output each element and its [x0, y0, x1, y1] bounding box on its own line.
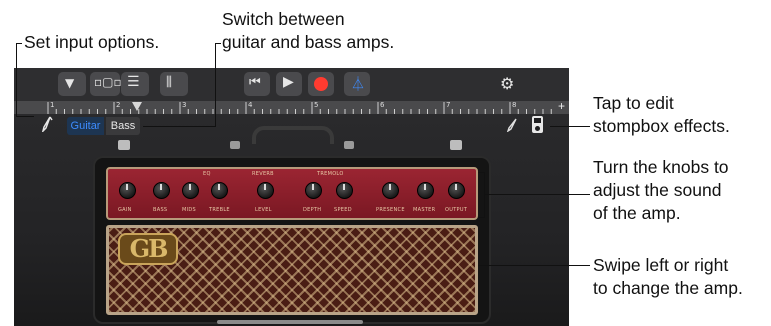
- leader-swipe: [478, 265, 590, 266]
- play-icon: ▶: [283, 74, 294, 90]
- ruler-bar-number: 8: [512, 101, 517, 109]
- eq-section-label: EQ: [203, 171, 211, 177]
- amp-corner-right: [450, 140, 462, 150]
- app-window: ▼ ▫▢▫ ☰ ⫼ ⏮ ▶ ⏃ ⚙ 1 2 3 4 5 6 7 8 + Guitar Bass: [14, 68, 569, 326]
- leader-input-horizontal: [16, 43, 22, 44]
- master-knob[interactable]: [417, 182, 434, 199]
- add-section-icon[interactable]: +: [558, 99, 565, 113]
- ruler-bar-number: 1: [50, 101, 55, 109]
- ruler-bar-number: 6: [380, 101, 385, 109]
- amp-handle-mount-left: [230, 141, 240, 149]
- leader-stompbox: [550, 126, 590, 127]
- control-bar: ▼ ▫▢▫ ☰ ⫼ ⏮ ▶ ⏃ ⚙: [14, 68, 569, 101]
- leader-knobs-bracket-bottom: [478, 217, 485, 218]
- depth-knob[interactable]: [305, 182, 322, 199]
- master-label: MASTER: [413, 207, 436, 213]
- playhead-marker[interactable]: [132, 102, 142, 111]
- mixer-icon: ⫼: [166, 75, 172, 90]
- input-options-icon[interactable]: [41, 116, 53, 134]
- callout-knobs-line1: Turn the knobs to: [593, 157, 729, 177]
- speed-knob[interactable]: [336, 182, 353, 199]
- bass-label: BASS: [153, 207, 168, 213]
- leader-knobs-bracket-vertical: [484, 172, 485, 218]
- callout-knobs-line3: of the amp.: [593, 203, 681, 223]
- ruler-bar-number: 5: [314, 101, 319, 109]
- stompbox-icon: [534, 118, 541, 123]
- tremolo-section-label: TREMOLO: [317, 171, 344, 177]
- ruler-bar-number: 7: [446, 101, 451, 109]
- tuner-icon[interactable]: [506, 118, 518, 133]
- ruler-bar-number: 4: [248, 101, 253, 109]
- mids-knob[interactable]: [182, 182, 199, 199]
- settings-icon[interactable]: ⚙: [500, 74, 514, 93]
- bass-segment[interactable]: Bass: [106, 117, 140, 135]
- leader-input-vertical: [16, 43, 17, 117]
- callout-switch-line1: Switch between: [222, 9, 345, 29]
- level-label: LEVEL: [255, 207, 272, 213]
- ruler-ticks: [47, 102, 552, 114]
- output-label: OUTPUT: [445, 207, 468, 213]
- gain-knob[interactable]: [119, 182, 136, 199]
- guitar-segment[interactable]: Guitar: [67, 117, 104, 135]
- timeline-ruler[interactable]: 1 2 3 4 5 6 7 8 +: [14, 99, 569, 114]
- level-knob[interactable]: [257, 182, 274, 199]
- reverb-section-label: REVERB: [252, 171, 274, 177]
- leader-knobs: [484, 194, 590, 195]
- mids-label: MIDS: [182, 207, 197, 213]
- ruler-bar-number: 2: [116, 101, 121, 109]
- view-toggle-icon: ▫▢▫: [94, 75, 122, 89]
- leader-switch-horizontal: [215, 43, 221, 44]
- dropdown-triangle-icon: ▼: [65, 76, 75, 90]
- leader-switch-end: [143, 126, 216, 127]
- callout-switch-line2: guitar and bass amps.: [222, 32, 395, 52]
- leader-input-end: [16, 116, 34, 117]
- speed-label: SPEED: [334, 207, 352, 213]
- treble-knob[interactable]: [211, 182, 228, 199]
- stompbox-button[interactable]: [532, 116, 543, 133]
- rewind-icon: ⏮: [249, 75, 261, 90]
- callout-stompbox-line1: Tap to edit: [593, 93, 674, 113]
- treble-label: TREBLE: [209, 207, 230, 213]
- callout-input-options: Set input options.: [24, 32, 160, 52]
- ruler-bar-number: 3: [182, 101, 187, 109]
- leader-switch-vertical: [215, 43, 216, 127]
- callout-knobs-line2: adjust the sound: [593, 180, 722, 200]
- home-indicator: [217, 320, 363, 324]
- callout-swipe-line2: to change the amp.: [593, 278, 743, 298]
- amp-handle-mount-right: [344, 141, 354, 149]
- callout-stompbox-line2: stompbox effects.: [593, 116, 730, 136]
- depth-label: DEPTH: [303, 207, 322, 213]
- gain-label: GAIN: [118, 207, 132, 213]
- metronome-icon: ⏃: [351, 77, 365, 93]
- presence-label: PRESENCE: [376, 207, 405, 213]
- amp-corner-left: [118, 140, 130, 150]
- output-knob[interactable]: [448, 182, 465, 199]
- stompbox-footswitch-icon: [535, 126, 540, 131]
- tracks-icon: ☰: [127, 74, 140, 90]
- presence-knob[interactable]: [382, 182, 399, 199]
- amp-logo: GB: [118, 233, 178, 265]
- record-icon: [314, 77, 328, 91]
- mixer-button[interactable]: [160, 72, 188, 96]
- callout-swipe-line1: Swipe left or right: [593, 255, 729, 275]
- amp-handle: [252, 126, 334, 144]
- bass-knob[interactable]: [153, 182, 170, 199]
